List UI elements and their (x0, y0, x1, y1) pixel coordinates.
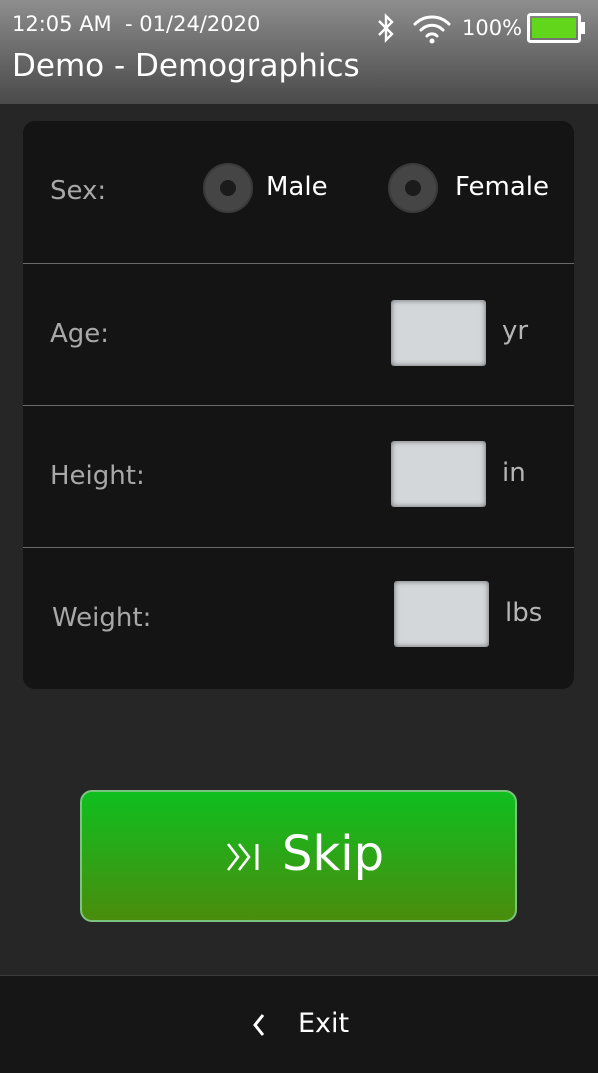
female-radio[interactable] (388, 163, 438, 213)
height-unit: in (502, 458, 526, 488)
radio-dot-icon (220, 180, 236, 196)
wifi-icon (413, 15, 451, 44)
exit-label: Exit (298, 1008, 350, 1039)
male-radio[interactable] (203, 163, 253, 213)
weight-row: Weight: lbs (23, 547, 574, 688)
age-input[interactable] (391, 300, 486, 366)
page-title: Demo - Demographics (12, 48, 360, 84)
weight-input[interactable] (394, 581, 489, 647)
age-label: Age: (50, 319, 110, 349)
sex-row: Sex: Male Female (23, 121, 574, 261)
weight-unit: lbs (505, 598, 543, 628)
female-option-label[interactable]: Female (455, 172, 549, 202)
battery-percent: 100% (462, 16, 523, 40)
exit-button[interactable]: Exit (230, 976, 380, 1073)
age-row: Age: yr (23, 263, 574, 404)
weight-label: Weight: (52, 603, 152, 633)
skip-button-label: Skip (282, 826, 385, 882)
male-option-label[interactable]: Male (266, 172, 328, 202)
height-input[interactable] (391, 441, 486, 507)
skip-button[interactable]: Skip (80, 790, 517, 922)
battery-icon (527, 13, 585, 43)
app-header: 12:05 AM - 01/24/2020 100% Demo - Demogr… (0, 0, 598, 104)
radio-dot-icon (405, 180, 421, 196)
status-time-date: 12:05 AM - 01/24/2020 (12, 12, 261, 36)
footer-bar: Exit (0, 975, 598, 1073)
height-row: Height: in (23, 405, 574, 546)
chevron-left-icon (253, 1014, 265, 1036)
skip-forward-icon (226, 843, 259, 871)
height-label: Height: (50, 461, 145, 491)
demographics-form: Sex: Male Female Age: yr Height: in Weig… (23, 121, 574, 689)
sex-label: Sex: (50, 176, 107, 206)
bluetooth-icon (378, 13, 394, 43)
age-unit: yr (502, 316, 529, 346)
